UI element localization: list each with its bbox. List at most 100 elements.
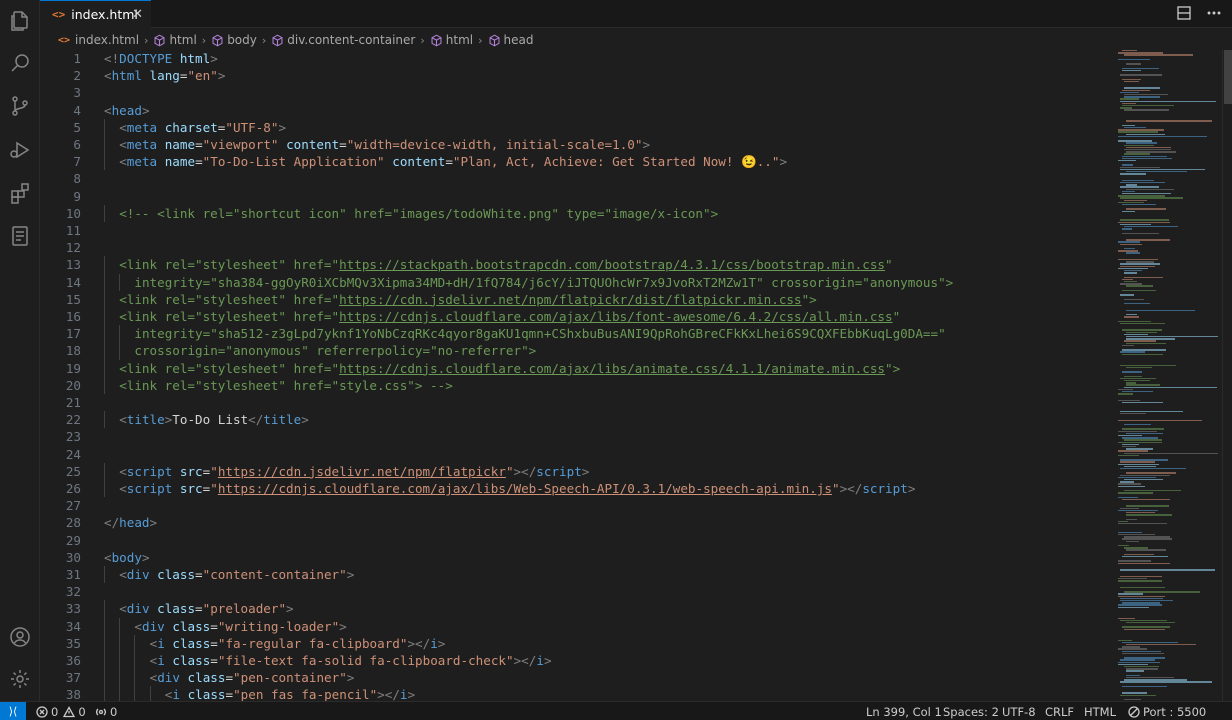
more-actions-icon[interactable] [1206,5,1222,25]
code-editor[interactable]: 1 <!DOCTYPE html> 2 <html lang="en"> 3 4 <head… [40,50,1116,701]
code-line[interactable]: 37 <div class="pen-container"> [40,669,1116,687]
code-line[interactable]: 5 <meta charset="UTF-8"> [40,118,1116,136]
minimap-line [1120,283,1143,285]
code-line[interactable]: 21 [40,394,1116,411]
code-line[interactable]: 2 <html lang="en"> [40,67,1116,84]
code-line[interactable]: 3 [40,84,1116,101]
minimap-line [1122,69,1142,72]
code-line[interactable]: 36 <i class="file-text fa-solid fa-clipbo… [40,652,1116,670]
breadcrumb-item-file[interactable]: <> index.html [58,33,139,47]
code-line[interactable]: 25 <script src="https://cdn.jsdelivr.net/… [40,462,1116,480]
breadcrumb-item-head[interactable]: head [488,33,533,47]
minimap-line [1122,78,1142,80]
minimap-line [1124,94,1169,96]
remote-indicator-icon[interactable]: ⟩⟨ [0,702,26,720]
code-line[interactable]: 24 [40,446,1116,463]
code-line[interactable]: 14 integrity="sha384-ggOyR0iXCbMQv3Xipma3… [40,273,1116,291]
code-line[interactable]: 34 <div class="writing-loader"> [40,617,1116,635]
code-line[interactable]: 35 <i class="fa-regular fa-clipboard"></i… [40,634,1116,652]
code-line[interactable]: 12 [40,239,1116,256]
minimap-line [1118,221,1170,223]
minimap-line [1122,626,1170,628]
breadcrumb-item-div[interactable]: div.content-container [271,33,415,47]
code-line[interactable]: 13 <link rel="stylesheet" href="https://s… [40,256,1116,274]
code-line[interactable]: 17 integrity="sha512-z3gLpd7yknf1YoNbCzqR… [40,325,1116,343]
code-line[interactable]: 11 [40,222,1116,239]
vertical-scrollbar[interactable] [1222,50,1232,701]
code-line[interactable]: 28 </head> [40,514,1116,531]
explorer-files-icon[interactable] [7,8,33,34]
code-text: <link rel="stylesheet" href="https://cdn… [119,309,901,324]
source-control-icon[interactable] [7,93,33,119]
minimap-line [1126,382,1137,384]
minimap-line [1122,344,1134,347]
minimap-line [1124,536,1171,538]
line-number: 15 [65,291,81,307]
minimap-line [1126,384,1160,386]
breadcrumb-item-html[interactable]: html [153,33,197,47]
minimap-line [1124,424,1152,426]
code-line[interactable]: 32 [40,583,1116,600]
minimap-line [1120,265,1155,267]
code-line[interactable]: 33 <div class="preloader"> [40,600,1116,618]
minimap-line [1120,600,1174,602]
testing-notes-icon[interactable] [7,223,33,249]
code-line[interactable]: 8 [40,170,1116,187]
minimap-line [1124,54,1194,56]
search-icon[interactable] [7,50,33,76]
minimap[interactable] [1116,50,1222,701]
encoding-setting[interactable]: UTF-8 [1002,702,1036,720]
extensions-icon[interactable] [7,180,33,206]
code-line[interactable]: 10 <!-- <link rel="shortcut icon" href="i… [40,204,1116,222]
minimap-line [1122,498,1171,501]
minimap-line [1124,149,1171,151]
code-line[interactable]: 19 <link rel="stylesheet" href="https://c… [40,359,1116,377]
scrollbar-thumb[interactable] [1224,50,1232,104]
element-cube-icon [271,34,284,47]
line-number: 20 [65,377,81,393]
code-line[interactable]: 26 <script src="https://cdnjs.cloudflare.… [40,480,1116,498]
code-line[interactable]: 16 <link rel="stylesheet" href="https://c… [40,308,1116,326]
code-line[interactable]: 4 <head> [40,102,1116,119]
breadcrumb-item-html-2[interactable]: html [430,33,473,47]
split-editor-icon[interactable] [1176,5,1192,25]
close-icon[interactable]: ✕ [132,7,143,22]
code-line[interactable]: 18 crossorigin="anonymous" referrerpolicy… [40,342,1116,360]
code-line[interactable]: 22 <title>To-Do List</title> [40,411,1116,429]
code-line[interactable]: 29 [40,532,1116,549]
code-line[interactable]: 27 [40,497,1116,514]
indentation-setting[interactable]: Spaces: 2 [943,702,999,720]
line-number: 22 [65,412,81,428]
account-icon[interactable] [7,624,33,650]
code-line[interactable]: 9 [40,188,1116,205]
minimap-line [1118,267,1148,270]
ports-indicator[interactable]: 0 [95,702,117,720]
tab-index-html[interactable]: <> index.html ✕ [40,0,151,28]
minimap-line [1126,188,1174,190]
line-number: 19 [65,360,81,376]
code-line[interactable]: 31 <div class="content-container"> [40,566,1116,584]
eol-setting[interactable]: CRLF [1045,702,1074,720]
code-line[interactable]: 7 <meta name="To-Do-List Application" con… [40,153,1116,171]
code-line[interactable]: 6 <meta name="viewport" content="width=de… [40,136,1116,154]
code-line[interactable]: 23 [40,428,1116,445]
run-debug-icon[interactable] [7,137,33,163]
code-line[interactable]: 38 <i class="pen fas fa-pencil"></i> [40,686,1116,701]
code-line[interactable]: 20 <link rel="stylesheet" href="style.css… [40,376,1116,394]
minimap-line [1120,597,1164,600]
settings-gear-icon[interactable] [7,666,33,692]
minimap-line [1124,657,1166,659]
minimap-line [1124,439,1163,441]
minimap-line [1126,540,1139,542]
code-line[interactable]: 1 <!DOCTYPE html> [40,50,1116,67]
problems-indicator[interactable]: 0 0 [36,702,86,720]
cursor-position[interactable]: Ln 399, Col 1 [866,702,942,720]
indent-guide [104,308,105,326]
code-line[interactable]: 15 <link rel="stylesheet" href="https://c… [40,290,1116,308]
minimap-line [1126,171,1188,173]
code-text: <link rel="stylesheet" href="https://cdn… [119,360,901,376]
breadcrumb-item-body[interactable]: body [211,33,257,47]
live-server-port[interactable]: Port : 5500 [1128,702,1206,720]
language-mode[interactable]: HTML [1084,702,1116,720]
code-line[interactable]: 30 <body> [40,549,1116,566]
